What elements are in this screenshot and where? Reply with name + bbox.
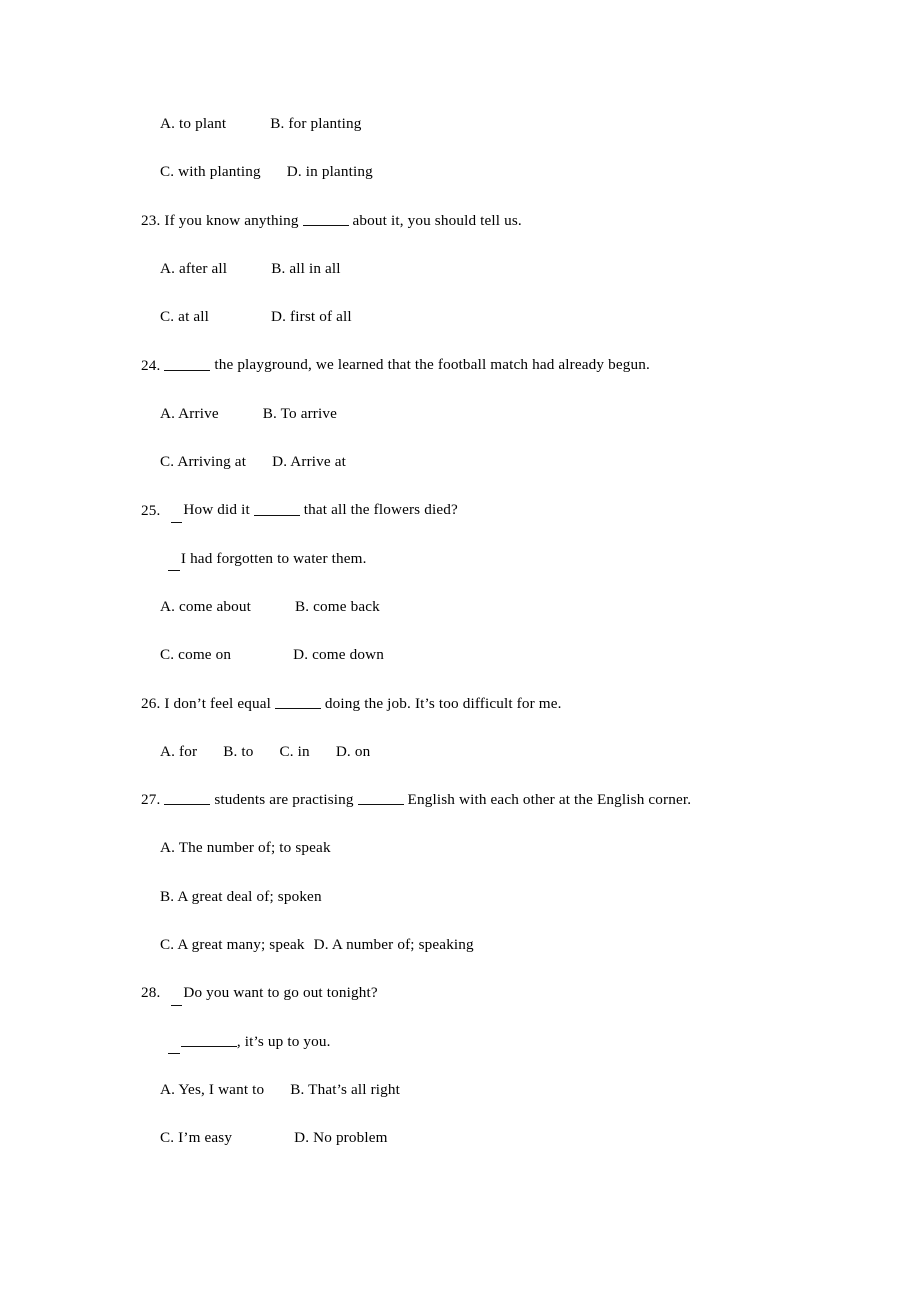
option-line: A. Yes, I want to B. That’s all right xyxy=(141,1079,841,1127)
option-label-b[interactable]: B. A great deal of; spoken xyxy=(160,888,322,905)
option-label-c[interactable]: C. come on xyxy=(160,646,231,663)
question-text-before-blank: How did it xyxy=(183,501,254,519)
fill-in-blank[interactable] xyxy=(302,210,349,226)
question-number: 24. xyxy=(141,356,161,374)
option-label-d[interactable]: D. on xyxy=(336,743,371,760)
fill-in-blank[interactable] xyxy=(253,499,300,516)
option-label-d[interactable]: D. A number of; speaking xyxy=(314,936,474,953)
option-label-a[interactable]: A. for xyxy=(160,743,197,760)
option-line: C. Arriving at D. Arrive at xyxy=(141,451,841,499)
question-stem: 24. the playground, we learned that the … xyxy=(141,354,841,402)
option-label-d[interactable]: D. come down xyxy=(293,646,384,663)
question-text-after-blank: doing the job. It’s too difficult for me… xyxy=(320,694,562,712)
option-label-a[interactable]: A. The number of; to speak xyxy=(160,839,331,856)
dialogue-reply-line: I had forgotten to water them. xyxy=(141,548,841,596)
option-label-d[interactable]: D. No problem xyxy=(294,1129,388,1146)
option-label-c[interactable]: C. A great many; speak xyxy=(160,936,305,953)
fill-in-blank[interactable] xyxy=(164,789,211,806)
fill-in-blank[interactable] xyxy=(274,693,321,709)
option-line: C. come on D. come down xyxy=(141,644,841,692)
option-label-d[interactable]: D. first of all xyxy=(271,308,352,325)
option-label-c[interactable]: C. at all xyxy=(160,308,209,325)
option-label-c[interactable]: C. in xyxy=(280,743,310,760)
option-label-a[interactable]: A. Arrive xyxy=(160,405,219,422)
question-stem: 26. I don’t feel equal doing the job. It… xyxy=(141,693,841,741)
question-text-before-blank: If you know anything xyxy=(160,211,303,229)
question-number: 25. xyxy=(141,501,161,519)
option-label-d[interactable]: D. in planting xyxy=(287,163,373,180)
option-line: C. at all D. first of all xyxy=(141,306,841,354)
option-line: A. after all B. all in all xyxy=(141,258,841,306)
option-line: A. The number of; to speak xyxy=(141,837,841,885)
question-text-after-blank: the playground, we learned that the foot… xyxy=(210,356,650,374)
question-number: 27. xyxy=(141,791,161,809)
option-label-a[interactable]: A. to plant xyxy=(160,115,226,132)
question-text: Do you want to go out tonight? xyxy=(183,984,378,1002)
option-label-c[interactable]: C. I’m easy xyxy=(160,1129,232,1146)
fill-in-blank[interactable] xyxy=(164,354,211,371)
question-text-part3: English with each other at the English c… xyxy=(403,791,692,809)
option-label-a[interactable]: A. come about xyxy=(160,598,251,615)
question-text-before-blank: I don’t feel equal xyxy=(160,694,275,712)
option-label-d[interactable]: D. Arrive at xyxy=(272,453,346,470)
question-number: 28. xyxy=(141,984,161,1002)
option-line: B. A great deal of; spoken xyxy=(141,886,841,934)
option-label-a[interactable]: A. after all xyxy=(160,260,227,277)
option-label-b[interactable]: B. That’s all right xyxy=(290,1081,400,1098)
question-stem: 25. How did it that all the flowers died? xyxy=(141,499,841,547)
option-label-b[interactable]: B. for planting xyxy=(270,115,361,132)
dialogue-reply-line: , it’s up to you. xyxy=(141,1031,841,1079)
fill-in-blank[interactable] xyxy=(357,789,404,806)
option-line: C. A great many; speak D. A number of; sp… xyxy=(141,934,841,982)
reply-text: , it’s up to you. xyxy=(236,1032,331,1050)
question-list: A. to plant B. for planting C. with plant… xyxy=(141,113,841,1176)
option-label-b[interactable]: B. to xyxy=(223,743,253,760)
option-line: C. with planting D. in planting xyxy=(141,161,841,209)
option-label-b[interactable]: B. all in all xyxy=(271,260,340,277)
question-stem: 28. Do you want to go out tonight? xyxy=(141,982,841,1030)
option-label-a[interactable]: A. Yes, I want to xyxy=(160,1081,264,1098)
option-line: A. to plant B. for planting xyxy=(141,113,841,161)
question-stem: 23. If you know anything about it, you s… xyxy=(141,210,841,258)
question-stem: 27. students are practising English with… xyxy=(141,789,841,837)
option-line: A. Arrive B. To arrive xyxy=(141,403,841,451)
reply-text: I had forgotten to water them. xyxy=(180,549,367,567)
question-text-after-blank: that all the flowers died? xyxy=(299,501,458,519)
option-label-c[interactable]: C. Arriving at xyxy=(160,453,246,470)
question-number: 26. xyxy=(141,694,161,712)
option-label-c[interactable]: C. with planting xyxy=(160,163,261,180)
option-label-b[interactable]: B. To arrive xyxy=(263,405,337,422)
option-line: A. for B. to C. in D. on xyxy=(141,741,841,789)
option-label-b[interactable]: B. come back xyxy=(295,598,380,615)
fill-in-blank[interactable] xyxy=(180,1031,237,1048)
question-number: 23. xyxy=(141,211,161,229)
question-text-after-blank: about it, you should tell us. xyxy=(348,211,522,229)
document-page: A. to plant B. for planting C. with plant… xyxy=(0,0,920,1302)
option-line: A. come about B. come back xyxy=(141,596,841,644)
question-text-part2: students are practising xyxy=(210,791,358,809)
option-line: C. I’m easy D. No problem xyxy=(141,1127,841,1175)
